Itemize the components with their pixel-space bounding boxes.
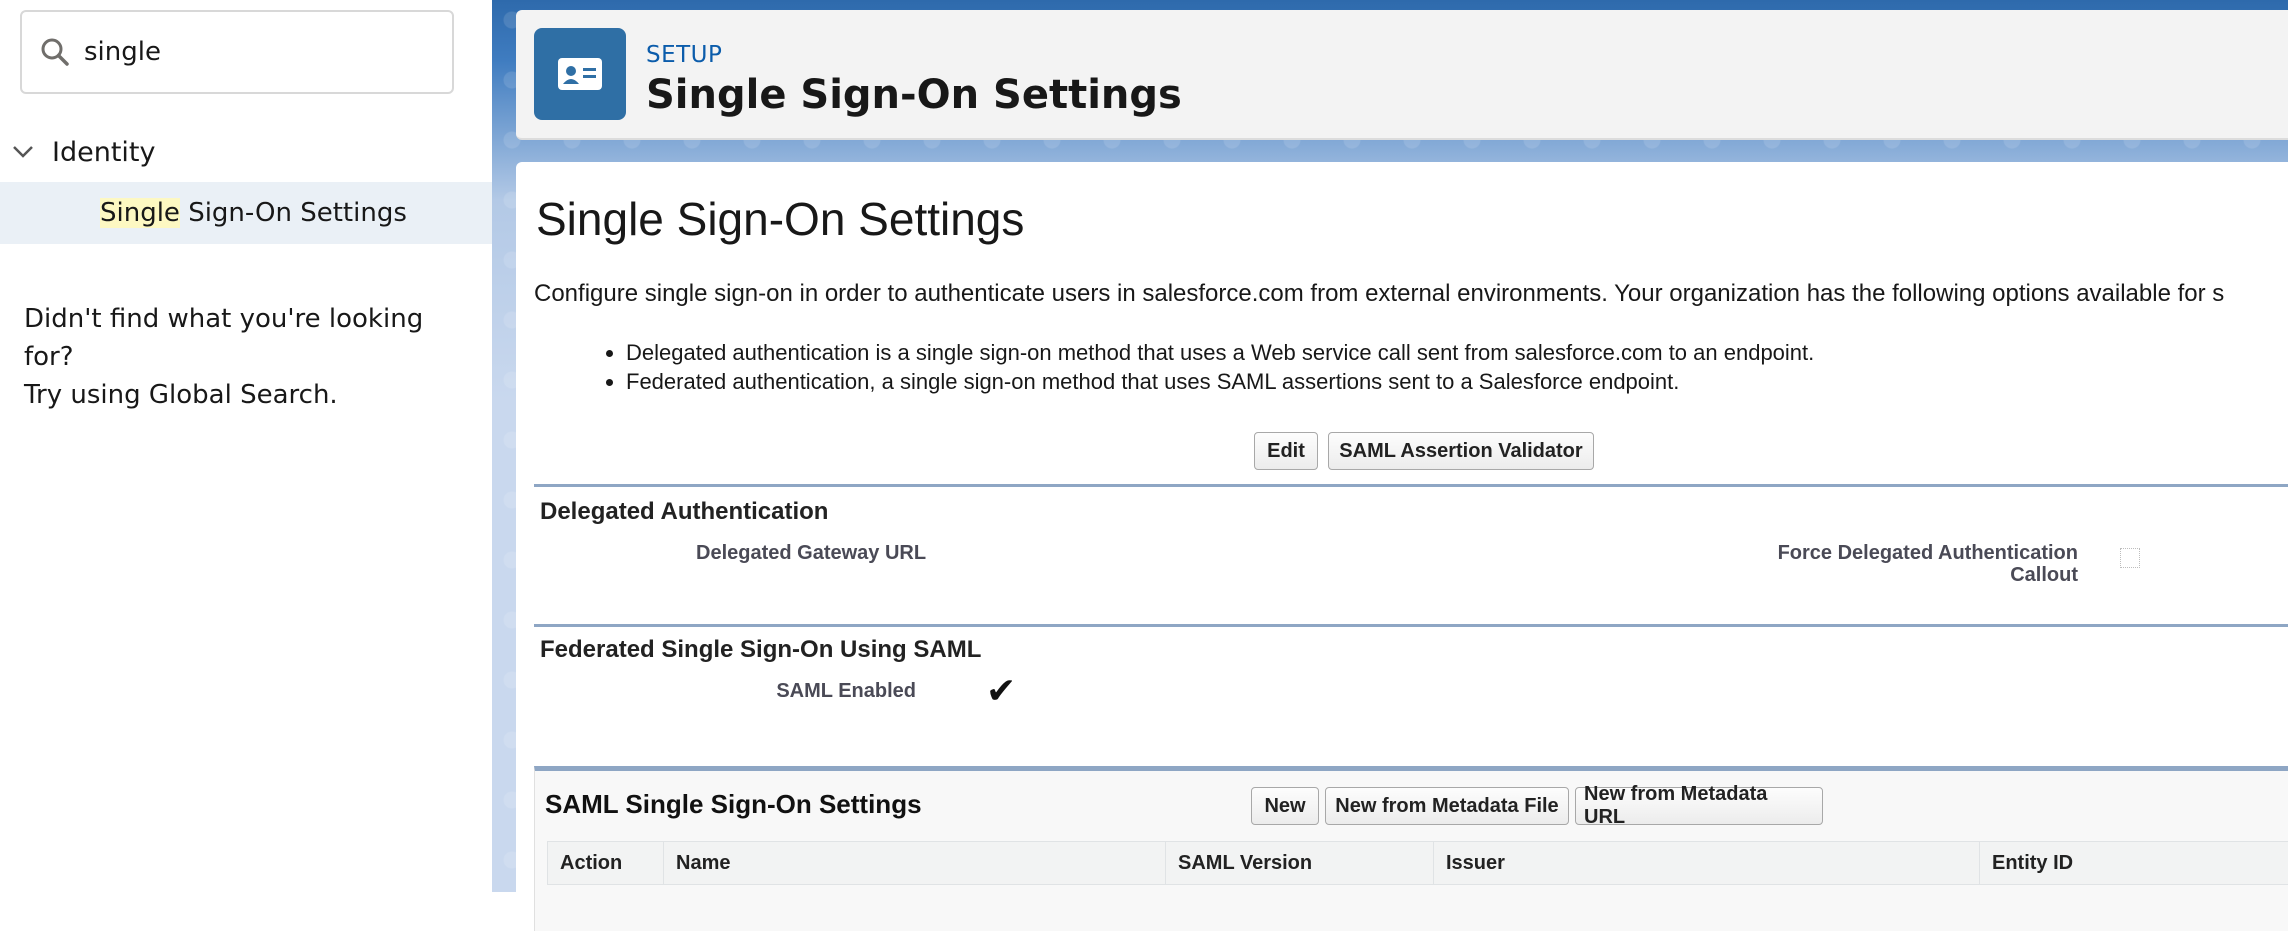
main-area: SETUP Single Sign-On Settings Single Sig… [492, 0, 2288, 931]
tree-node-identity[interactable]: Identity [0, 128, 492, 176]
table-header-row: Action Name SAML Version Issuer Entity I… [547, 841, 2288, 885]
no-results-help: Didn't find what you're looking for? Try… [24, 300, 464, 414]
help-text-line1: Didn't find what you're looking for? [24, 304, 424, 372]
edit-button[interactable]: Edit [1254, 432, 1318, 470]
column-header-entity-id[interactable]: Entity ID [1980, 842, 2288, 884]
force-callout-label-line1: Force Delegated Authentication [1777, 542, 2078, 564]
section-divider [534, 484, 2288, 487]
new-button[interactable]: New [1251, 787, 1319, 825]
column-header-saml-version[interactable]: SAML Version [1166, 842, 1434, 884]
column-header-action[interactable]: Action [548, 842, 664, 884]
quick-find-box[interactable] [20, 10, 454, 94]
page-title: Single Sign-On Settings [536, 193, 1025, 245]
tree-node-label: Identity [52, 136, 156, 168]
help-text-line2: Try using Global Search. [24, 380, 338, 410]
header-title: Single Sign-On Settings [646, 72, 1182, 118]
page-header: SETUP Single Sign-On Settings [516, 10, 2288, 140]
checkmark-icon: ✔ [986, 670, 1017, 711]
search-icon [41, 38, 69, 66]
list-item: Delegated authentication is a single sig… [626, 338, 1814, 367]
new-from-metadata-file-button[interactable]: New from Metadata File [1325, 787, 1569, 825]
saml-assertion-validator-button[interactable]: SAML Assertion Validator [1328, 432, 1594, 470]
option-list: Delegated authentication is a single sig… [596, 338, 1814, 396]
setup-sidebar: Identity Single Sign-On Settings Didn't … [0, 0, 492, 892]
tree-item-label-rest: Sign-On Settings [179, 198, 407, 228]
column-header-issuer[interactable]: Issuer [1434, 842, 1980, 884]
tree-item-label: Single Sign-On Settings [100, 198, 407, 228]
force-callout-label-line2: Callout [2010, 564, 2078, 586]
delegated-gateway-url-label: Delegated Gateway URL [696, 542, 927, 564]
tree-item-single-sign-on-settings[interactable]: Single Sign-On Settings [0, 182, 492, 244]
section-divider [534, 624, 2288, 627]
column-header-name[interactable]: Name [664, 842, 1166, 884]
saml-enabled-label: SAML Enabled [776, 680, 916, 702]
search-match-highlight: Single [100, 198, 180, 228]
quick-find-input[interactable] [82, 36, 426, 68]
force-callout-checkbox [2120, 548, 2140, 568]
content-card: Single Sign-On Settings Configure single… [516, 162, 2288, 931]
page-description: Configure single sign-on in order to aut… [534, 280, 2225, 307]
chevron-down-icon[interactable] [12, 145, 34, 159]
delegated-auth-title: Delegated Authentication [540, 498, 829, 525]
force-delegated-callout-label: Force Delegated Authentication Callout [1716, 542, 2078, 586]
header-eyebrow: SETUP [646, 42, 723, 68]
list-item: Federated authentication, a single sign-… [626, 367, 1814, 396]
new-from-metadata-url-button[interactable]: New from Metadata URL [1575, 783, 1823, 828]
id-card-icon [534, 28, 626, 120]
saml-settings-title: SAML Single Sign-On Settings [545, 789, 922, 819]
saml-settings-list: SAML Single Sign-On Settings New New fro… [534, 766, 2288, 931]
federated-sso-title: Federated Single Sign-On Using SAML [540, 636, 982, 663]
